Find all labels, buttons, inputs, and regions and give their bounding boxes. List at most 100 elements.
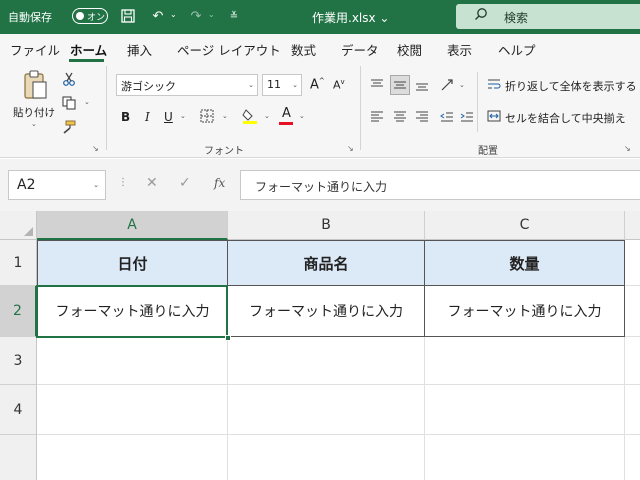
merge-dropdown-icon[interactable]: ⌄ <box>620 112 626 120</box>
copy-icon[interactable] <box>60 94 78 112</box>
search-box[interactable]: 検索 <box>456 4 640 29</box>
cell-b4[interactable] <box>228 385 425 435</box>
fill-color-dropdown-icon[interactable]: ⌄ <box>264 112 270 120</box>
more-icon[interactable]: ⋮ <box>118 177 128 188</box>
cell-a4[interactable] <box>37 385 228 435</box>
undo-icon[interactable]: ↶ <box>148 6 168 26</box>
cell-d5[interactable] <box>625 435 640 480</box>
column-header-a[interactable]: A <box>37 211 228 240</box>
wrap-text-icon[interactable] <box>486 76 502 92</box>
enter-icon[interactable]: ✓ <box>179 175 191 191</box>
italic-button[interactable]: I <box>145 110 150 124</box>
align-left-icon[interactable] <box>368 108 386 126</box>
clipboard-launcher-icon[interactable]: ↘ <box>92 144 99 153</box>
cell-c2[interactable]: フォーマット通りに入力 <box>425 286 625 337</box>
shrink-font-label: A <box>333 78 341 92</box>
orientation-icon[interactable] <box>438 76 456 94</box>
cell-a3[interactable] <box>37 337 228 385</box>
align-center-icon[interactable] <box>391 108 409 126</box>
tab-data[interactable]: データ <box>341 40 379 59</box>
cell-d4[interactable] <box>625 385 640 435</box>
merge-center-button[interactable]: セルを結合して中央揃え <box>505 110 626 126</box>
align-right-icon[interactable] <box>413 108 431 126</box>
shrink-font-button[interactable]: Av <box>333 78 345 92</box>
redo-dropdown-icon[interactable]: ⌄ <box>208 10 215 19</box>
paste-label[interactable]: 貼り付け <box>13 105 55 120</box>
redo-icon[interactable]: ↷ <box>186 6 206 26</box>
insert-function-button[interactable]: fx <box>214 176 225 190</box>
decrease-indent-icon[interactable] <box>438 108 456 126</box>
document-title[interactable]: 作業用.xlsx ⌄ <box>312 9 389 26</box>
cell-a1[interactable]: 日付 <box>37 240 228 286</box>
tab-home[interactable]: ホーム <box>70 40 107 59</box>
format-painter-icon[interactable] <box>60 118 78 136</box>
customize-toolbar-icon[interactable]: ≚ <box>224 6 244 26</box>
name-box[interactable]: A2 ⌄ <box>8 170 106 200</box>
select-all-button[interactable] <box>0 211 37 240</box>
borders-dropdown-icon[interactable]: ⌄ <box>222 112 228 120</box>
grow-font-button[interactable]: A^ <box>310 77 325 92</box>
row-header-3[interactable]: 3 <box>0 337 37 385</box>
increase-indent-icon[interactable] <box>458 108 476 126</box>
autosave-toggle[interactable]: オン <box>72 8 108 24</box>
align-middle-icon[interactable] <box>391 76 409 94</box>
cell-d1[interactable] <box>625 240 640 286</box>
underline-dropdown-icon[interactable]: ⌄ <box>180 112 186 120</box>
bold-button[interactable]: B <box>121 110 130 124</box>
font-color-dropdown-icon[interactable]: ⌄ <box>299 112 305 120</box>
cancel-icon[interactable]: ✕ <box>146 175 158 191</box>
paste-icon[interactable] <box>20 68 50 102</box>
autosave-toggle-label: オン <box>87 13 106 23</box>
cell-b5[interactable] <box>228 435 425 480</box>
tab-formulas[interactable]: 数式 <box>291 40 316 59</box>
cell-b1[interactable]: 商品名 <box>228 240 425 286</box>
row-header-5[interactable] <box>0 435 37 480</box>
tab-help[interactable]: ヘルプ <box>498 40 536 59</box>
copy-dropdown-icon[interactable]: ⌄ <box>84 98 90 106</box>
undo-dropdown-icon[interactable]: ⌄ <box>170 10 177 19</box>
align-bottom-icon[interactable] <box>413 76 431 94</box>
row-header-1[interactable]: 1 <box>0 240 37 286</box>
column-header-d[interactable] <box>625 211 640 240</box>
cell-b3[interactable] <box>228 337 425 385</box>
fill-handle[interactable] <box>225 335 231 341</box>
chevron-down-icon: ⌄ <box>248 81 254 89</box>
cell-c3[interactable] <box>425 337 625 385</box>
autosave-label: 自動保存 <box>8 11 52 24</box>
font-color-button[interactable]: A <box>282 106 291 121</box>
font-launcher-icon[interactable]: ↘ <box>347 144 354 153</box>
font-size-select[interactable]: 11 ⌄ <box>262 74 302 96</box>
fill-color-icon[interactable] <box>240 106 260 126</box>
orientation-dropdown-icon[interactable]: ⌄ <box>459 81 465 89</box>
tab-insert[interactable]: 挿入 <box>127 40 152 59</box>
cell-b2[interactable]: フォーマット通りに入力 <box>228 286 425 337</box>
column-header-b[interactable]: B <box>228 211 425 240</box>
wrap-text-button[interactable]: 折り返して全体を表示する <box>505 78 637 94</box>
cell-c1[interactable]: 数量 <box>425 240 625 286</box>
cell-c4[interactable] <box>425 385 625 435</box>
merge-center-icon[interactable] <box>486 108 502 124</box>
select-all-icon <box>24 227 33 236</box>
cell-d3[interactable] <box>625 337 640 385</box>
cell-c5[interactable] <box>425 435 625 480</box>
tab-page-layout[interactable]: ページ レイアウト <box>177 40 281 59</box>
alignment-launcher-icon[interactable]: ↘ <box>624 144 631 153</box>
tab-file[interactable]: ファイル <box>10 40 60 59</box>
column-header-c[interactable]: C <box>425 211 625 240</box>
cell-d2[interactable] <box>625 286 640 337</box>
save-icon[interactable] <box>118 6 138 26</box>
formula-input[interactable]: フォーマット通りに入力 <box>240 170 640 200</box>
active-cell-outline <box>36 285 228 338</box>
underline-button[interactable]: U <box>164 110 173 124</box>
tab-review[interactable]: 校閲 <box>397 40 422 59</box>
borders-icon[interactable] <box>198 107 216 125</box>
row-header-2[interactable]: 2 <box>0 286 37 337</box>
group-separator <box>360 66 361 150</box>
cut-icon[interactable] <box>60 70 78 88</box>
paste-dropdown-icon[interactable]: ⌄ <box>31 120 37 128</box>
row-header-4[interactable]: 4 <box>0 385 37 435</box>
cell-a5[interactable] <box>37 435 228 480</box>
tab-view[interactable]: 表示 <box>447 40 472 59</box>
align-top-icon[interactable] <box>368 76 386 94</box>
font-name-select[interactable]: 游ゴシック ⌄ <box>116 74 258 96</box>
